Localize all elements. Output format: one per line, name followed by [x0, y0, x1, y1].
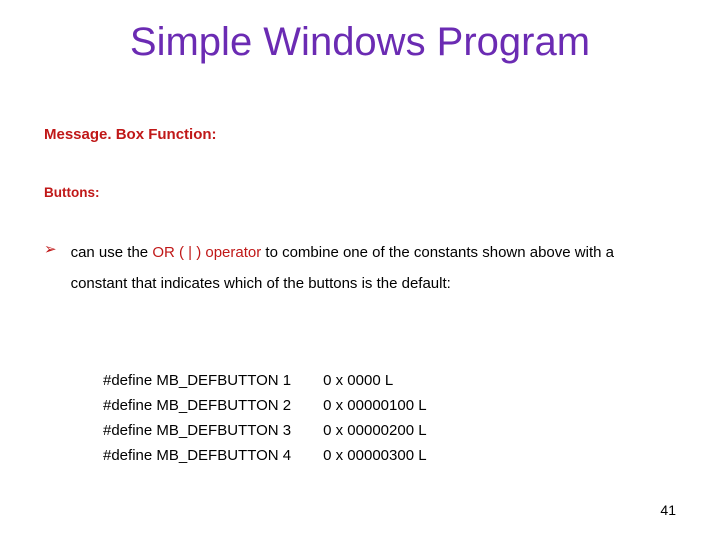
define-name: #define MB_DEFBUTTON 4 [103, 443, 323, 468]
define-name: #define MB_DEFBUTTON 2 [103, 393, 323, 418]
table-row: #define MB_DEFBUTTON 2 0 x 00000100 L [103, 393, 427, 418]
table-row: #define MB_DEFBUTTON 3 0 x 00000200 L [103, 418, 427, 443]
table-row: #define MB_DEFBUTTON 4 0 x 00000300 L [103, 443, 427, 468]
bullet-text-pre: can use the [71, 244, 153, 261]
table-row: #define MB_DEFBUTTON 1 0 x 0000 L [103, 368, 427, 393]
define-value: 0 x 00000300 L [323, 443, 426, 468]
defines-block: #define MB_DEFBUTTON 1 0 x 0000 L #defin… [103, 368, 427, 468]
bullet-text: can use the OR ( | ) operator to combine… [71, 238, 662, 300]
define-name: #define MB_DEFBUTTON 3 [103, 418, 323, 443]
defines-table: #define MB_DEFBUTTON 1 0 x 0000 L #defin… [103, 368, 427, 468]
page-number: 41 [660, 502, 676, 518]
define-value: 0 x 00000100 L [323, 393, 426, 418]
bullet-item: ➢ can use the OR ( | ) operator to combi… [44, 238, 662, 300]
define-value: 0 x 0000 L [323, 368, 426, 393]
bullet-text-highlight: OR ( | ) operator [152, 244, 261, 261]
bullet-list: ➢ can use the OR ( | ) operator to combi… [44, 238, 662, 300]
slide-title: Simple Windows Program [0, 20, 720, 65]
section-heading-function: Message. Box Function: [44, 126, 217, 143]
triangle-bullet-icon: ➢ [44, 238, 57, 262]
define-value: 0 x 00000200 L [323, 418, 426, 443]
slide: Simple Windows Program Message. Box Func… [0, 0, 720, 540]
section-heading-buttons: Buttons: [44, 185, 99, 200]
define-name: #define MB_DEFBUTTON 1 [103, 368, 323, 393]
